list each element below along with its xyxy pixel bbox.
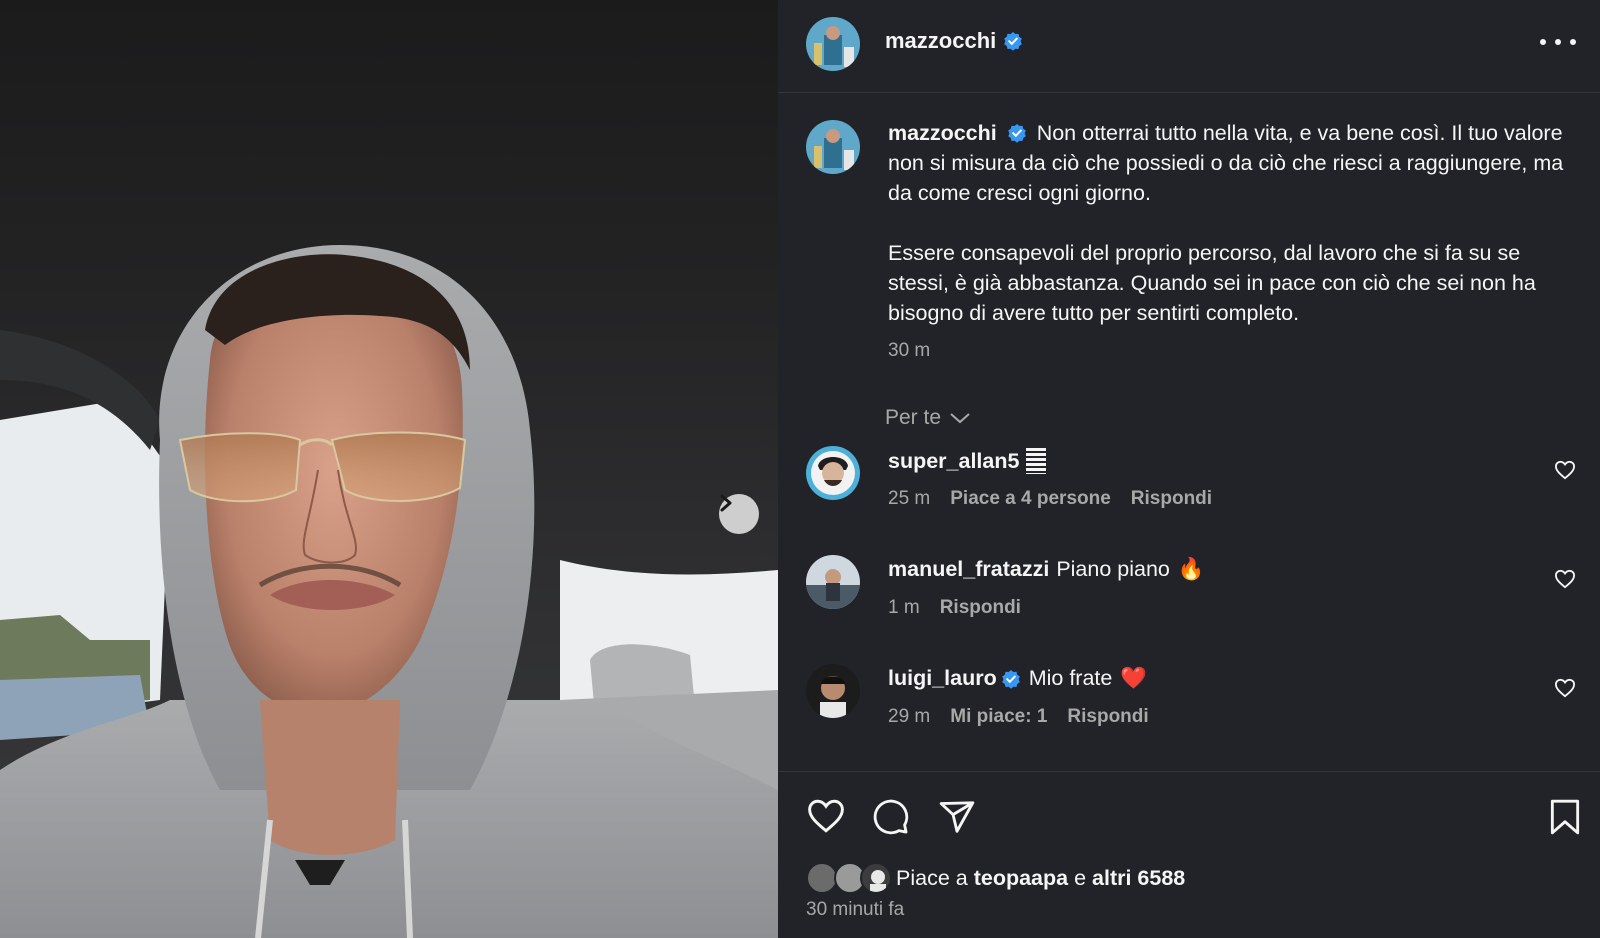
post-media[interactable] (0, 0, 778, 938)
bookmark-icon[interactable] (1548, 798, 1582, 836)
comment-text: Piano piano (1056, 557, 1170, 581)
comment-text: Mio frate (1028, 666, 1113, 690)
author-avatar[interactable] (806, 17, 860, 71)
comment-likes-link[interactable]: Mi piace: 1 (950, 706, 1047, 728)
commenter-username[interactable]: super_allan5 (888, 449, 1019, 474)
likes-summary[interactable]: Piace a teopaapa e altri 6588 (806, 862, 1185, 894)
more-options-icon (1540, 39, 1546, 45)
likes-joiner: e (1074, 865, 1087, 890)
comment-item: manuel_fratazzi Piano piano 🔥 1 m Rispon… (806, 555, 1576, 635)
caption-avatar[interactable] (806, 120, 860, 174)
comment-timestamp: 25 m (888, 488, 931, 509)
post-header: mazzocchi (778, 0, 1600, 93)
commenter-username[interactable]: luigi_lauro (888, 666, 997, 691)
likes-others[interactable]: altri 6588 (1092, 866, 1185, 891)
comment-like-heart-icon[interactable] (1554, 678, 1576, 698)
post-timestamp: 30 minuti fa (806, 899, 905, 920)
reply-button[interactable]: Rispondi (1067, 706, 1148, 728)
likes-prefix: Piace a (896, 865, 968, 890)
next-arrow-icon (720, 494, 732, 512)
comment-emoji: ❤️ (1120, 666, 1148, 690)
comment-like-heart-icon[interactable] (1554, 460, 1576, 480)
comment-likes-link[interactable]: Piace a 4 persone (950, 488, 1111, 510)
comment-item: luigi_lauro Mio frate ❤️ 29 m Mi piace: … (806, 664, 1576, 744)
verified-badge-icon (1001, 669, 1020, 689)
comment-icon[interactable] (872, 798, 910, 836)
post-photo (0, 245, 778, 938)
author-username[interactable]: mazzocchi (885, 28, 1023, 54)
commenter-username[interactable]: manuel_fratazzi (888, 557, 1049, 582)
comments-filter-dropdown[interactable]: Per te (885, 406, 971, 430)
comment-emoji: 🔥 (1177, 557, 1205, 581)
next-photo-button[interactable] (719, 494, 759, 534)
comment-timestamp: 1 m (888, 597, 920, 618)
comments-filter-label: Per te (885, 406, 942, 429)
post-panel: mazzocchi mazzocchi Non otterrai tutto n… (778, 0, 1600, 938)
commenter-avatar[interactable] (806, 664, 860, 718)
commenter-avatar[interactable] (806, 446, 860, 500)
post-actions-bar (778, 771, 1600, 835)
comment-timestamp: 29 m (888, 706, 931, 727)
likes-user[interactable]: teopaapa (974, 866, 1068, 891)
more-options-button[interactable] (1540, 30, 1576, 54)
caption-username[interactable]: mazzocchi (888, 121, 997, 145)
commenter-avatar[interactable] (806, 555, 860, 609)
likers-avatars (806, 862, 894, 894)
reply-button[interactable]: Rispondi (940, 597, 1021, 619)
share-icon[interactable] (938, 798, 976, 836)
caption-timestamp: 30 m (888, 340, 931, 361)
comment-like-heart-icon[interactable] (1554, 569, 1576, 589)
chevron-down-icon (950, 413, 970, 424)
caption-paragraph-1: mazzocchi Non otterrai tutto nella vita,… (888, 118, 1568, 208)
author-username-text[interactable]: mazzocchi (885, 28, 996, 54)
verified-badge-icon (1004, 32, 1023, 51)
comment-emoji (1026, 448, 1047, 474)
verified-badge-icon (1007, 124, 1026, 143)
caption-paragraph-2: Essere consapevoli del proprio percorso,… (888, 241, 1536, 325)
reply-button[interactable]: Rispondi (1131, 488, 1212, 510)
comment-item: super_allan5 25 m Piace a 4 persone Risp… (806, 446, 1576, 526)
heart-icon[interactable] (806, 798, 846, 834)
